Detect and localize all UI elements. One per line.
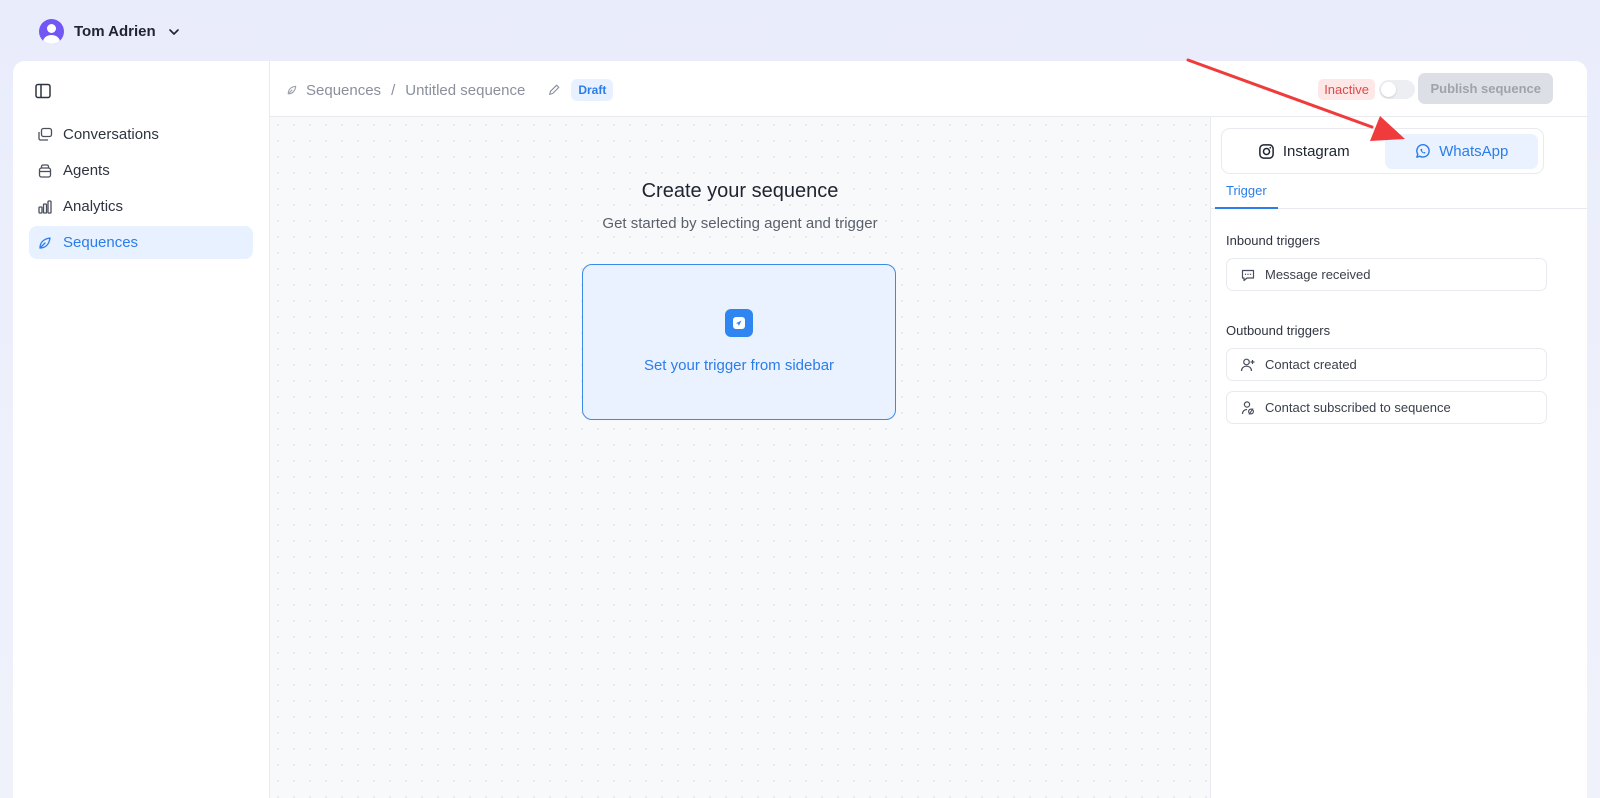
trigger-contact-subscribed[interactable]: Contact subscribed to sequence: [1226, 391, 1547, 424]
avatar: [39, 19, 64, 44]
channel-instagram[interactable]: Instagram: [1227, 134, 1381, 169]
active-toggle[interactable]: [1379, 80, 1415, 99]
chevron-down-icon: [168, 28, 179, 35]
publish-sequence-button[interactable]: Publish sequence: [1418, 73, 1553, 104]
user-name: Tom Adrien: [74, 23, 156, 40]
channel-whatsapp[interactable]: WhatsApp: [1384, 133, 1538, 169]
sidebar-item-agents[interactable]: Agents: [29, 154, 253, 187]
canvas-subtitle: Get started by selecting agent and trigg…: [602, 215, 878, 232]
trigger-placeholder-text: Set your trigger from sidebar: [643, 357, 835, 374]
panel-tabs: Trigger: [1211, 179, 1587, 209]
top-bar: Tom Adrien: [0, 0, 1600, 62]
trigger-label: Contact created: [1265, 357, 1357, 372]
sidebar-toggle-icon[interactable]: [33, 81, 53, 101]
channel-label: WhatsApp: [1439, 142, 1509, 160]
pencil-icon[interactable]: [547, 83, 561, 97]
sidebar-item-label: Conversations: [63, 126, 159, 143]
user-menu[interactable]: Tom Adrien: [39, 19, 182, 44]
whatsapp-icon: [1416, 143, 1430, 158]
inbound-triggers-label: Inbound triggers: [1226, 233, 1320, 248]
message-icon: [1241, 269, 1255, 281]
bar-chart-icon: [38, 199, 52, 214]
user-plus-icon: [1240, 358, 1255, 371]
sidebar-item-label: Agents: [63, 162, 110, 179]
user-subscribe-icon: [1241, 400, 1255, 415]
instagram-icon: [1259, 143, 1274, 159]
channel-label: Instagram: [1282, 142, 1350, 160]
breadcrumb-current: Untitled sequence: [405, 81, 526, 99]
trigger-icon: [725, 309, 753, 337]
trigger-label: Contact subscribed to sequence: [1265, 400, 1451, 415]
right-panel: Instagram WhatsApp Trigger Inbound trigg…: [1210, 117, 1587, 798]
trigger-placeholder-card[interactable]: Set your trigger from sidebar: [582, 264, 896, 420]
breadcrumb: Sequences / Untitled sequence Draft: [286, 79, 614, 101]
sequence-icon: [287, 85, 297, 95]
sidebar-item-label: Sequences: [63, 234, 139, 251]
sidebar: Conversations Agents Analytics Sequences: [13, 61, 270, 798]
trigger-message-received[interactable]: Message received: [1226, 258, 1547, 291]
tab-trigger[interactable]: Trigger: [1215, 179, 1278, 209]
trigger-contact-created[interactable]: Contact created: [1226, 348, 1547, 381]
inactive-badge: Inactive: [1318, 79, 1375, 100]
trigger-label: Message received: [1265, 267, 1371, 282]
breadcrumb-sequences[interactable]: Sequences: [306, 82, 381, 99]
page-header: Sequences / Untitled sequence Draft Inac…: [270, 61, 1587, 117]
sidebar-item-conversations[interactable]: Conversations: [29, 118, 253, 151]
breadcrumb-separator: /: [391, 81, 396, 99]
sequence-icon: [39, 236, 51, 249]
chat-bubbles-icon: [38, 127, 53, 141]
app-window: Conversations Agents Analytics Sequences…: [13, 61, 1587, 798]
agent-icon: [38, 163, 52, 178]
channel-switcher: Instagram WhatsApp: [1221, 128, 1544, 174]
sidebar-item-analytics[interactable]: Analytics: [29, 190, 253, 223]
canvas-title: Create your sequence: [641, 180, 839, 202]
sidebar-item-sequences[interactable]: Sequences: [29, 226, 253, 259]
status-badge: Draft: [571, 79, 614, 101]
sidebar-nav: Conversations Agents Analytics Sequences: [29, 118, 253, 262]
sequence-canvas: Create your sequence Get started by sele…: [270, 117, 1210, 798]
sidebar-item-label: Analytics: [63, 198, 124, 215]
outbound-triggers-label: Outbound triggers: [1226, 323, 1331, 338]
